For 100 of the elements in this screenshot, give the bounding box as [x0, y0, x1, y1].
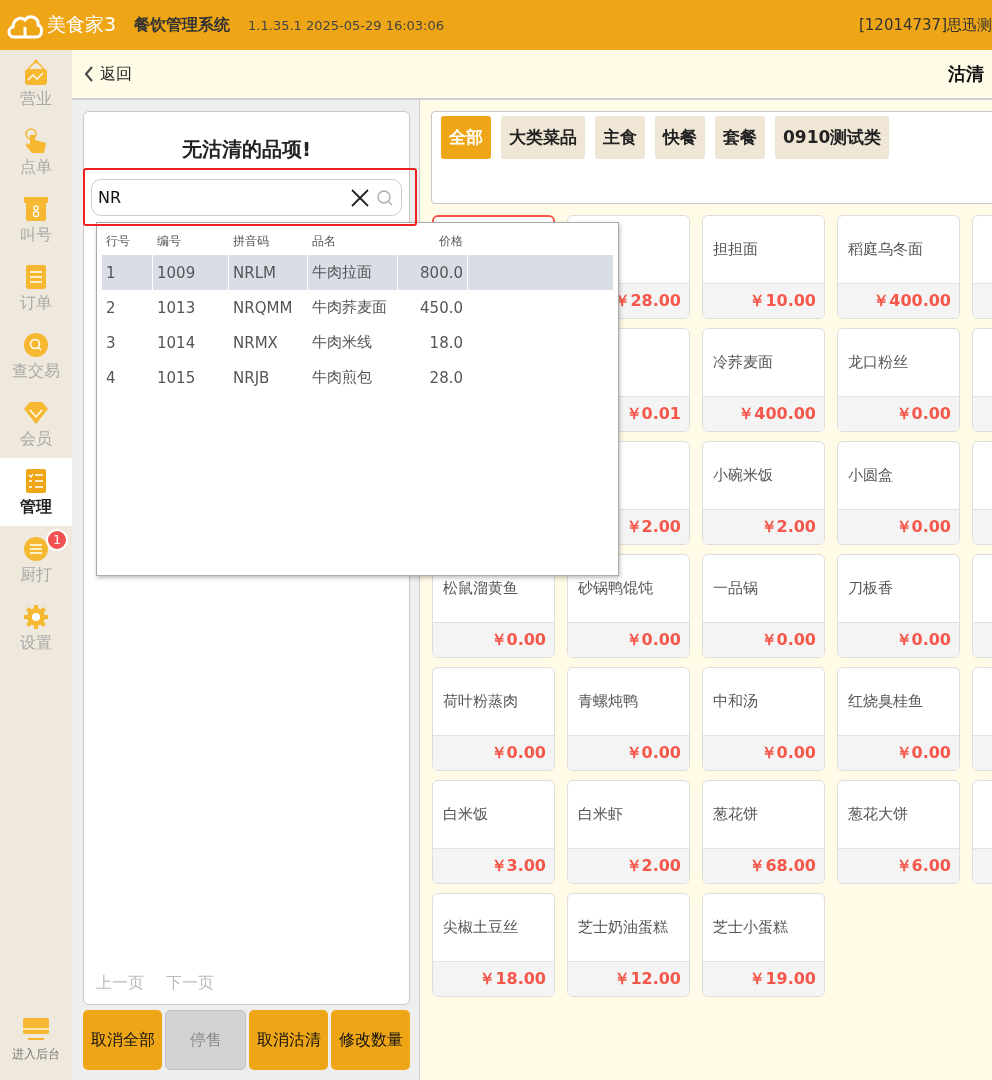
clear-icon[interactable] — [350, 187, 370, 208]
category-tab[interactable]: 0910测试类 — [775, 116, 890, 159]
table-cell-text: 2 — [105, 297, 117, 319]
table-cell-text: 牛肉米线 — [311, 332, 373, 353]
dish-card[interactable]: 尖椒土豆丝 ￥18.00 — [432, 893, 555, 997]
dish-card[interactable]: 白米虾 ￥2.00 — [567, 780, 690, 884]
table-cell-text: 牛肉煎包 — [311, 367, 373, 388]
dish-card[interactable]: 小圆盒 ￥0.00 — [837, 441, 960, 545]
search-field[interactable]: NR — [91, 179, 402, 216]
table-cell-text: 1013 — [156, 297, 197, 319]
dish-name: 荷叶粉蒸肉 — [443, 692, 518, 711]
dish-price: ￥0.00 — [625, 629, 681, 651]
dish-name: 一品锅 — [713, 579, 758, 598]
table-cell: 牛肉拉面 — [308, 255, 397, 290]
dish-card[interactable]: 芝士小蛋糕 ￥19.00 — [702, 893, 825, 997]
back-button[interactable]: 返回 — [84, 63, 132, 85]
dish-price: ￥3.00 — [490, 855, 546, 877]
dish-card[interactable]: 红烧臭桂鱼 ￥0.00 — [837, 667, 960, 771]
dish-name: 红烧臭桂鱼 — [848, 692, 923, 711]
dish-price: ￥0.00 — [895, 516, 951, 538]
dish-price: ￥0.00 — [895, 403, 951, 425]
dish-card[interactable]: 冷荞麦面 ￥400.00 — [702, 328, 825, 432]
dish-name: 白米饭 — [443, 805, 488, 824]
dish-price: ￥10.00 — [749, 290, 816, 312]
dish-price: ￥2.00 — [625, 855, 681, 877]
dish-name: 葱花饼 — [713, 805, 758, 824]
dish-card[interactable]: 白米饭 ￥3.00 — [432, 780, 555, 884]
dish-name: 稻庭乌冬面 — [848, 240, 923, 259]
table-cell: NRLM — [229, 255, 307, 290]
dish-price: ￥0.00 — [760, 742, 816, 764]
dish-price: ￥2.00 — [625, 516, 681, 538]
table-cell-text: 28.0 — [428, 367, 464, 389]
table-cell-text: 1015 — [156, 367, 197, 389]
table-cell-text: 3 — [105, 332, 117, 354]
dish-card[interactable]: 砂锅鸭馄饨 ￥0.00 — [567, 554, 690, 658]
table-cell-text: 牛肉荞麦面 — [311, 297, 388, 318]
search-icon — [376, 188, 394, 207]
dish-card[interactable]: 小碗米饭 ￥2.00 — [702, 441, 825, 545]
search-icon — [22, 330, 50, 359]
version-text: 1.1.35.1 2025-05-29 16:03:06 — [248, 17, 445, 33]
action-button[interactable]: 取消全部 — [83, 1010, 162, 1070]
number-ticket-icon — [22, 194, 50, 223]
action-button[interactable]: 修改数量 — [331, 1010, 410, 1070]
dish-price: ￥0.00 — [490, 629, 546, 651]
table-cell: 800.0 — [398, 255, 467, 290]
dish-card[interactable]: 芝士奶油蛋糕 ￥12.00 — [567, 893, 690, 997]
settings-icon — [22, 602, 50, 631]
page-title: 沽清 — [948, 62, 984, 86]
dish-price: ￥0.00 — [760, 629, 816, 651]
dish-name: 芝士奶油蛋糕 — [578, 918, 668, 937]
dish-price: ￥0.00 — [895, 742, 951, 764]
column-header: 编号 — [156, 233, 182, 250]
dish-card[interactable]: 葱花大饼 ￥6.00 — [837, 780, 960, 884]
dish-card[interactable]: 刀板香 ￥0.00 — [837, 554, 960, 658]
category-tab[interactable]: 套餐 — [715, 116, 765, 159]
table-cell-text: NRJB — [232, 367, 271, 389]
dish-name: 青螺炖鸭 — [578, 692, 638, 711]
dish-name: 刀板香 — [848, 579, 893, 598]
menu-icon — [22, 534, 50, 563]
dish-price: ￥0.00 — [490, 742, 546, 764]
table-cell: 1009 — [153, 255, 228, 290]
dish-card[interactable]: 葱花饼 ￥68.00 — [702, 780, 825, 884]
table-cell-text: NRMX — [232, 332, 279, 354]
dish-name: 砂锅鸭馄饨 — [578, 579, 653, 598]
dish-card[interactable]: 中和汤 ￥0.00 — [702, 667, 825, 771]
dish-name: 小圆盒 — [848, 466, 893, 485]
table-cell-text: 4 — [105, 367, 117, 389]
dish-name: 芝士小蛋糕 — [713, 918, 788, 937]
dish-card[interactable]: 一品锅 ￥0.00 — [702, 554, 825, 658]
dish-card[interactable]: 荷叶粉蒸肉 ￥0.00 — [432, 667, 555, 771]
dish-price: ￥400.00 — [873, 290, 951, 312]
dish-name: 担担面 — [713, 240, 758, 259]
category-tab[interactable]: 大类菜品 — [501, 116, 585, 159]
column-header: 价格 — [438, 233, 464, 250]
category-tab[interactable]: 快餐 — [655, 116, 705, 159]
action-button[interactable]: 取消沽清 — [249, 1010, 328, 1070]
dish-price: ￥2.00 — [760, 516, 816, 538]
monitor-icon — [23, 1017, 49, 1040]
dish-name: 中和汤 — [713, 692, 758, 711]
app-logo-text: 美食家3 — [47, 12, 117, 37]
table-cell: 1 — [102, 255, 152, 290]
dish-price: ￥6.00 — [895, 855, 951, 877]
dish-card[interactable]: 担担面 ￥10.00 — [702, 215, 825, 319]
dish-name: 松鼠溜黄鱼 — [443, 579, 518, 598]
dish-price: ￥68.00 — [749, 855, 816, 877]
dish-name: 冷荞麦面 — [713, 353, 773, 372]
category-tab[interactable]: 主食 — [595, 116, 645, 159]
dish-price: ￥0.01 — [625, 403, 681, 425]
dish-card[interactable]: 稻庭乌冬面 ￥400.00 — [837, 215, 960, 319]
sidebar-item[interactable]: 管理 — [0, 458, 72, 526]
dish-price: ￥12.00 — [614, 968, 681, 990]
dish-card[interactable]: 龙口粉丝 ￥0.00 — [837, 328, 960, 432]
backend-entry[interactable]: 进入后台 — [0, 1000, 72, 1080]
dish-price: ￥400.00 — [738, 403, 816, 425]
panel-title: 无沽清的品项! — [180, 136, 313, 163]
result-row[interactable]: 1 1009 NRLM 牛肉拉面 800.0 — [102, 255, 613, 290]
dish-price: ￥19.00 — [749, 968, 816, 990]
column-header: 品名 — [311, 233, 337, 250]
dish-name: 龙口粉丝 — [848, 353, 908, 372]
dish-card[interactable]: 青螺炖鸭 ￥0.00 — [567, 667, 690, 771]
